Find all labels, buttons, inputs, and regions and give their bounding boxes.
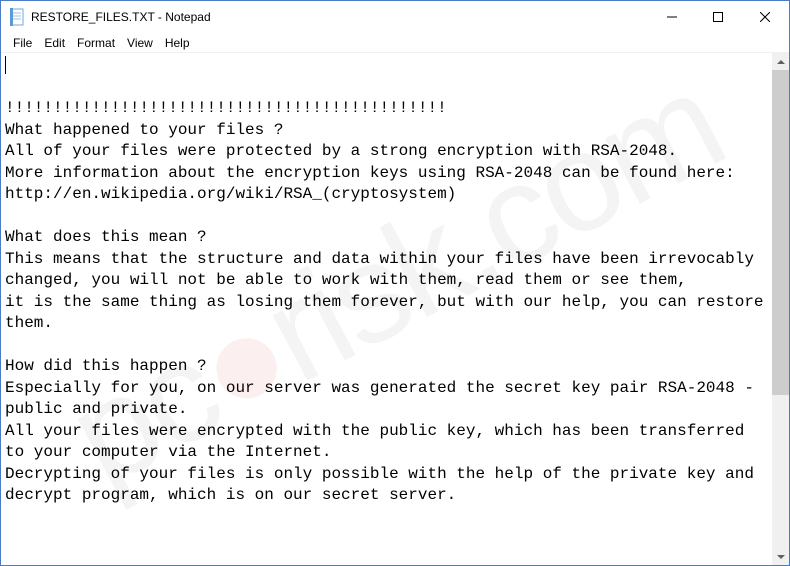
window-controls	[649, 1, 789, 33]
menu-help[interactable]: Help	[159, 35, 196, 51]
vertical-scrollbar[interactable]	[772, 53, 789, 565]
close-button[interactable]	[741, 1, 789, 33]
menu-file[interactable]: File	[7, 35, 38, 51]
menu-format[interactable]: Format	[71, 35, 121, 51]
text-editor[interactable]: !!!!!!!!!!!!!!!!!!!!!!!!!!!!!!!!!!!!!!!!…	[1, 53, 772, 565]
titlebar[interactable]: RESTORE_FILES.TXT - Notepad	[1, 1, 789, 33]
menubar: File Edit Format View Help	[1, 33, 789, 53]
document-text: !!!!!!!!!!!!!!!!!!!!!!!!!!!!!!!!!!!!!!!!…	[5, 99, 772, 504]
scroll-up-arrow-icon[interactable]	[772, 53, 789, 70]
minimize-button[interactable]	[649, 1, 695, 33]
window-title: RESTORE_FILES.TXT - Notepad	[31, 10, 211, 24]
notepad-icon	[9, 7, 25, 27]
menu-view[interactable]: View	[121, 35, 159, 51]
content-area: !!!!!!!!!!!!!!!!!!!!!!!!!!!!!!!!!!!!!!!!…	[1, 53, 789, 565]
scroll-track[interactable]	[772, 70, 789, 548]
scroll-down-arrow-icon[interactable]	[772, 548, 789, 565]
text-caret	[5, 56, 6, 74]
menu-edit[interactable]: Edit	[38, 35, 71, 51]
scroll-thumb[interactable]	[772, 70, 789, 395]
maximize-button[interactable]	[695, 1, 741, 33]
notepad-window: RESTORE_FILES.TXT - Notepad File Edit Fo…	[0, 0, 790, 566]
